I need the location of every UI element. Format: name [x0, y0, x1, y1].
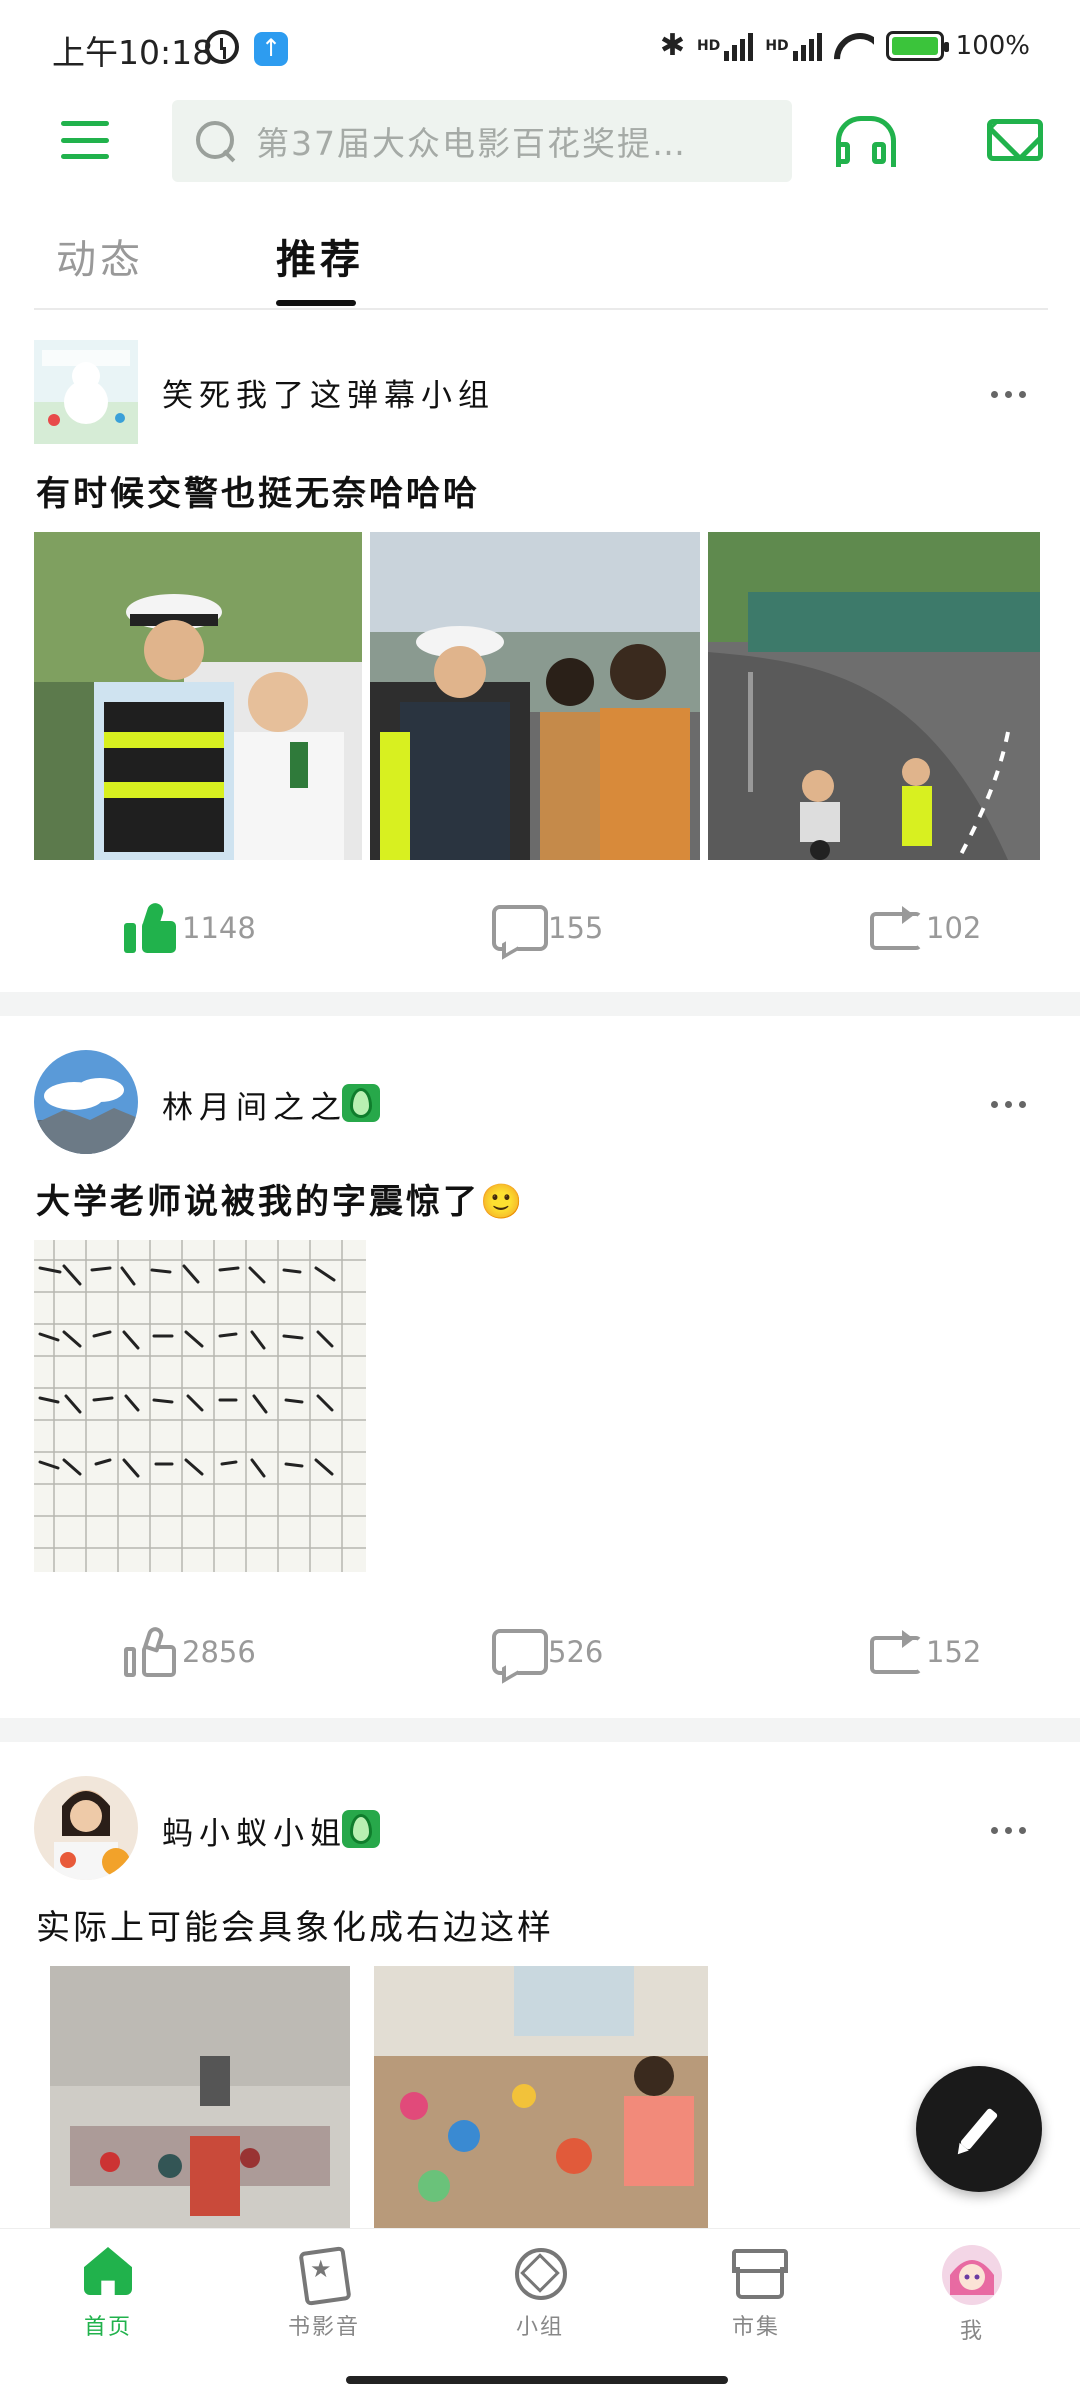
comment-count: 155	[548, 911, 604, 945]
more-options-button[interactable]	[962, 1794, 1054, 1866]
status-indicators: ✱ HD HD 100%	[660, 28, 1030, 63]
post-image[interactable]	[34, 1240, 366, 1572]
tab-recommended[interactable]: 推荐	[272, 204, 494, 308]
menu-button[interactable]	[2, 96, 168, 184]
group-icon	[512, 2245, 568, 2301]
comment-icon	[492, 1629, 548, 1675]
bottom-nav: 首页 书影音 小组 市集 我	[0, 2228, 1080, 2346]
repost-count: 152	[926, 1635, 982, 1669]
status-time: 上午10:18	[52, 33, 214, 72]
post-actions: 1148 155 102	[0, 896, 1080, 960]
signal-hd1-label: HD	[696, 37, 721, 54]
like-count: 1148	[182, 911, 256, 945]
market-icon	[728, 2245, 788, 2301]
status-bar: 上午10:18 ↑ ✱ HD HD 100%	[0, 0, 1080, 92]
like-count: 2856	[182, 1635, 256, 1669]
repost-count: 102	[926, 911, 982, 945]
thumbs-up-icon	[122, 1625, 178, 1677]
bluetooth-icon: ✱	[659, 28, 685, 63]
post-image[interactable]	[50, 1966, 350, 2228]
tab-updates[interactable]: 动态	[34, 204, 272, 308]
nav-label: 市集	[731, 2315, 780, 2340]
comment-count: 526	[548, 1635, 604, 1669]
post-image[interactable]	[708, 532, 1040, 860]
signal-icon	[724, 31, 754, 61]
search-placeholder: 第37届大众电影百花奖提…	[256, 124, 687, 163]
mail-icon	[987, 119, 1043, 161]
signal-hd2-label: HD	[765, 37, 789, 54]
nav-home[interactable]: 首页	[0, 2229, 216, 2347]
like-button[interactable]: 1148	[122, 896, 256, 960]
post-title[interactable]: 实际上可能会具象化成右边这样	[36, 1900, 554, 1949]
wifi-icon	[834, 31, 874, 61]
thumbs-up-icon	[122, 901, 178, 953]
nav-groups[interactable]: 小组	[432, 2229, 648, 2347]
nav-label: 书影音	[287, 2315, 360, 2340]
more-options-button[interactable]	[962, 358, 1054, 430]
user-avatar[interactable]	[34, 1776, 138, 1880]
more-dots-icon	[990, 1826, 998, 1834]
headphones-icon	[836, 116, 896, 167]
feed-tabs: 动态 推荐	[34, 204, 494, 308]
alarm-icon	[205, 30, 239, 64]
repost-icon	[866, 906, 922, 950]
pencil-icon	[959, 2107, 999, 2151]
post-title[interactable]: 大学老师说被我的字震惊了🙂	[36, 1174, 525, 1223]
compose-button[interactable]	[916, 2066, 1042, 2192]
more-options-button[interactable]	[962, 1068, 1054, 1140]
group-avatar[interactable]	[34, 340, 138, 444]
repost-button[interactable]: 102	[866, 896, 981, 960]
post-image[interactable]	[34, 532, 362, 860]
audio-button[interactable]	[808, 96, 914, 184]
post-actions: 2856 526 152	[0, 1620, 1080, 1684]
verified-badge-icon	[342, 1810, 380, 1848]
verified-badge-icon	[342, 1084, 380, 1122]
app-header: 第37届大众电影百花奖提…	[0, 96, 1080, 186]
post-image[interactable]	[374, 1966, 708, 2228]
upload-notification-icon: ↑	[254, 32, 288, 66]
comment-button[interactable]: 526	[492, 1620, 603, 1684]
post-author[interactable]: 林月间之之	[162, 1082, 347, 1127]
post-author[interactable]: 蚂小蚁小姐	[162, 1808, 347, 1853]
profile-avatar	[942, 2245, 1002, 2305]
more-dots-icon	[990, 390, 998, 398]
comment-button[interactable]: 155	[492, 896, 603, 960]
search-icon	[196, 121, 236, 161]
search-bar[interactable]: 第37届大众电影百花奖提…	[172, 100, 792, 182]
comment-icon	[492, 905, 548, 951]
battery-icon	[885, 30, 949, 61]
post-author[interactable]: 笑死我了这弹幕小组	[162, 370, 495, 415]
tabs-divider	[34, 308, 1048, 310]
hamburger-menu-icon	[61, 121, 109, 159]
home-indicator	[346, 2376, 728, 2384]
nav-label: 小组	[515, 2315, 564, 2340]
post-divider	[0, 1718, 1080, 1742]
like-button[interactable]: 2856	[122, 1620, 256, 1684]
user-avatar[interactable]	[34, 1050, 138, 1154]
post-title[interactable]: 有时候交警也挺无奈哈哈哈	[36, 466, 480, 515]
nav-label: 首页	[83, 2315, 132, 2340]
messages-button[interactable]	[950, 96, 1080, 184]
nav-label: 我	[959, 2319, 984, 2344]
book-movie-music-icon	[296, 2245, 352, 2301]
home-icon	[80, 2245, 136, 2301]
nav-market[interactable]: 市集	[648, 2229, 864, 2347]
repost-icon	[866, 1630, 922, 1674]
post-divider	[0, 992, 1080, 1016]
nav-me[interactable]: 我	[864, 2229, 1080, 2347]
post-image[interactable]	[370, 532, 700, 860]
signal-icon-2	[792, 31, 822, 61]
more-dots-icon	[990, 1100, 998, 1108]
nav-book-movie-music[interactable]: 书影音	[216, 2229, 432, 2347]
repost-button[interactable]: 152	[866, 1620, 981, 1684]
battery-percent: 100%	[955, 30, 1030, 61]
